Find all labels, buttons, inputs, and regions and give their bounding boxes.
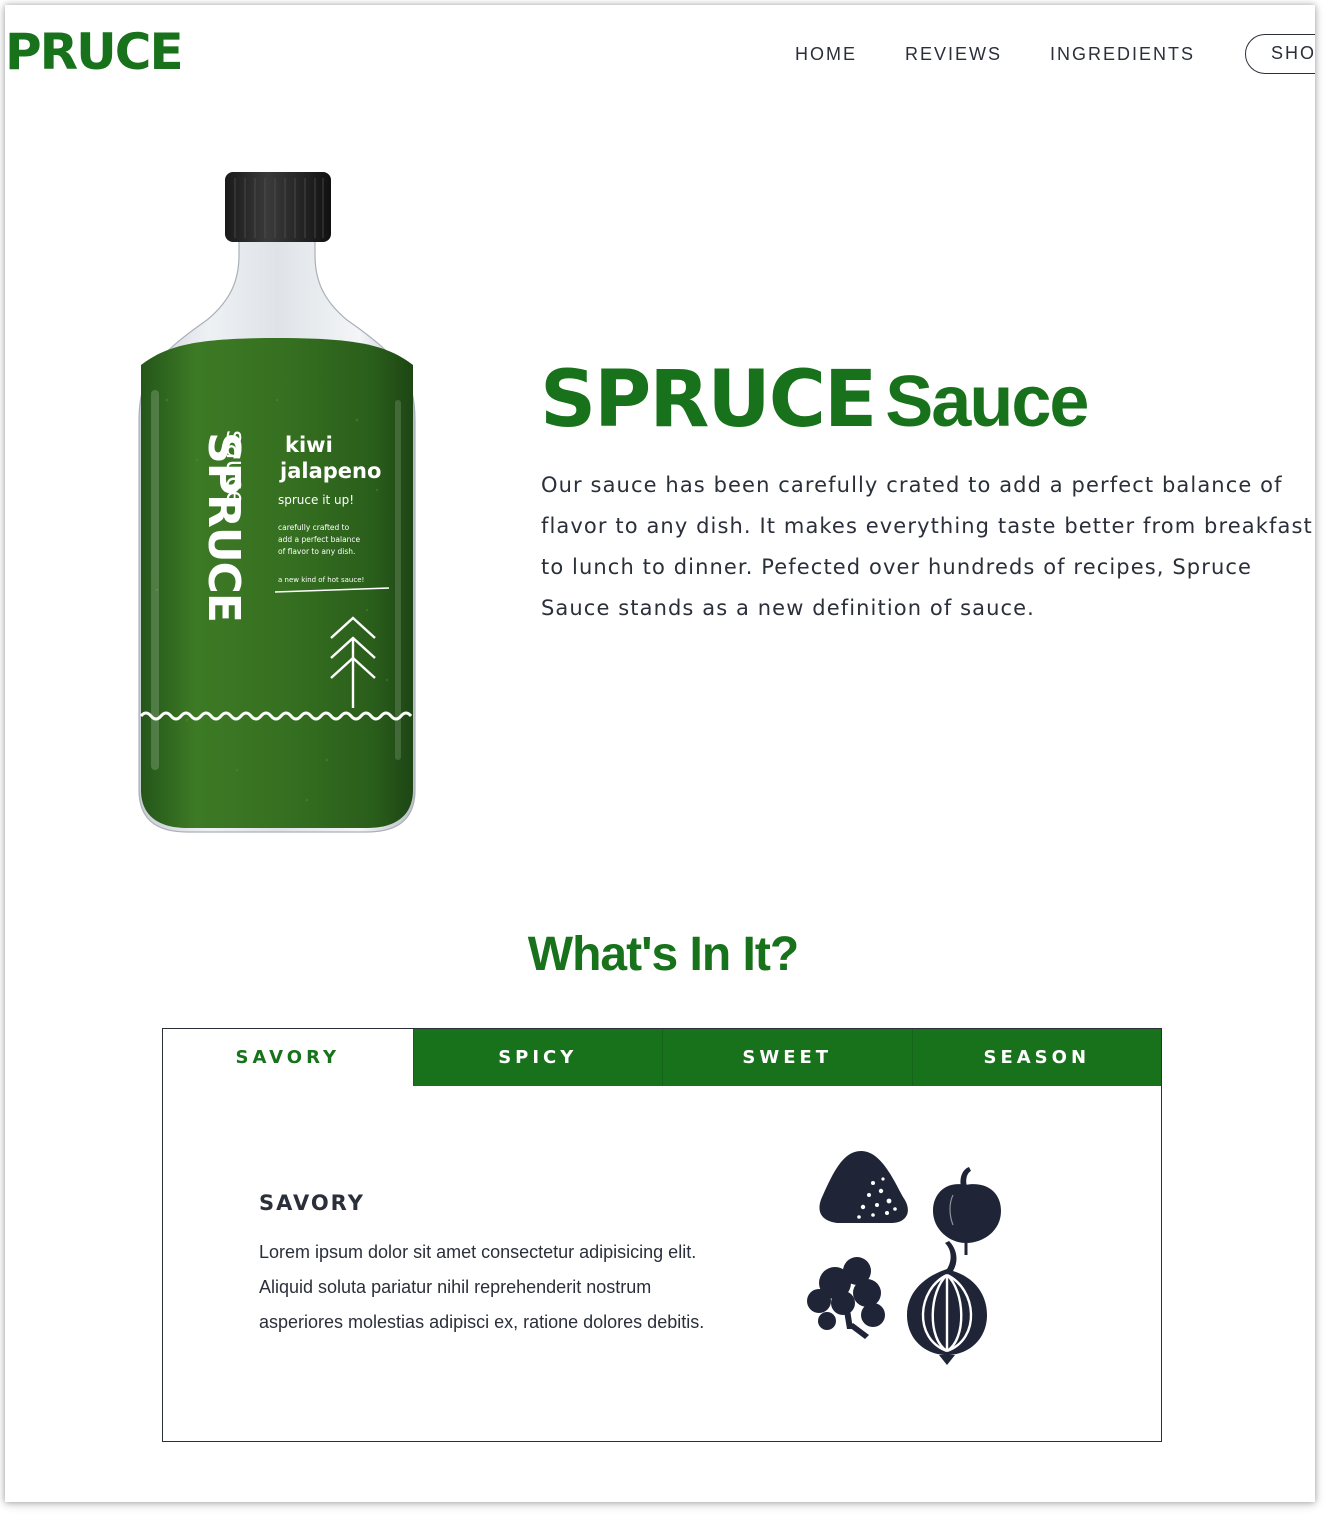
site-logo[interactable]: PRUCE [5, 27, 184, 77]
shop-button[interactable]: SHO [1245, 34, 1315, 74]
ingredients-tab-panel: SAVORY SPICY SWEET SEASON SAVORY Lorem i… [162, 1028, 1162, 1442]
section-title: What's In It? [527, 928, 799, 981]
hero-title-word: Sauce [885, 362, 1089, 442]
bottle-sauce-word: sauce [220, 430, 250, 506]
browser-window: PRUCE HOME REVIEWS INGREDIENTS SHO SPRUC… [5, 5, 1315, 1502]
nav-ingredients[interactable]: INGREDIENTS [1050, 43, 1195, 65]
bottle-flavor-1: kiwi [285, 433, 333, 457]
cilantro-icon [807, 1257, 885, 1339]
tab-spicy[interactable]: SPICY [412, 1029, 662, 1086]
hero-title-brand: SPRUCE [540, 355, 877, 445]
tomato-icon [933, 1167, 1001, 1255]
bottle-slogan: a new kind of hot sauce! [278, 576, 364, 584]
tab-bar: SAVORY SPICY SWEET SEASON [163, 1029, 1161, 1086]
ingredient-icons [807, 1151, 1001, 1365]
hero-description: Our sauce has been carefully crated to a… [541, 473, 1313, 620]
sauce-bottle-image: SPRUCE sauce sauce kiwi jalapeno spruce … [138, 172, 416, 833]
tab-season[interactable]: SEASON [911, 1029, 1161, 1086]
panel-text: Lorem ipsum dolor sit amet consectetur a… [259, 1242, 705, 1332]
salt-icon [819, 1151, 908, 1223]
hero-title: SPRUCE Sauce [540, 361, 1089, 442]
bottle-copy-2: add a perfect balance [278, 535, 361, 544]
bottle-copy-1: carefully crafted to [278, 523, 350, 532]
tab-sweet[interactable]: SWEET [662, 1029, 912, 1086]
main-nav: HOME REVIEWS INGREDIENTS [795, 43, 1243, 65]
tab-savory[interactable]: SAVORY [163, 1029, 413, 1086]
bottle-tagline: spruce it up! [278, 493, 354, 507]
nav-home[interactable]: HOME [795, 43, 857, 65]
bottle-flavor-2: jalapeno [279, 459, 381, 483]
nav-reviews[interactable]: REVIEWS [905, 43, 1002, 65]
onion-icon [907, 1241, 987, 1365]
bottle-copy-3: of flavor to any dish. [278, 547, 355, 556]
panel-heading: SAVORY [259, 1191, 365, 1215]
